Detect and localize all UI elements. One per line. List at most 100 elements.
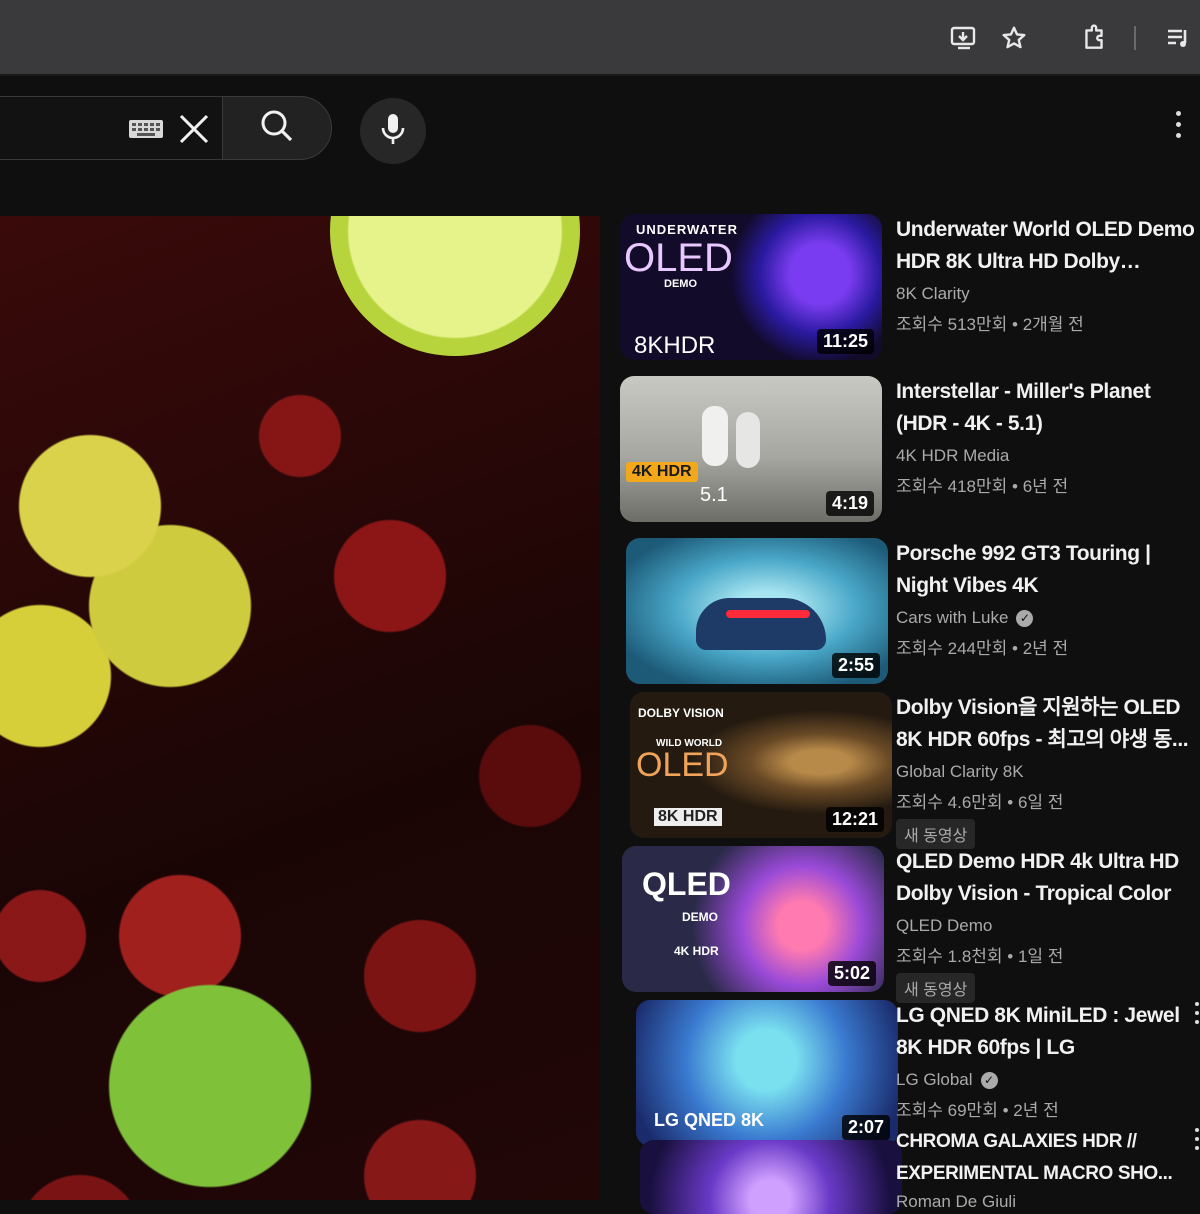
row-more-icon[interactable] bbox=[1192, 1002, 1200, 1032]
keyboard-icon[interactable] bbox=[128, 119, 164, 139]
duration-badge: 2:07 bbox=[841, 1115, 890, 1140]
video-info: Underwater World OLED Demo HDR 8K Ultra … bbox=[896, 214, 1200, 335]
search-input-field[interactable] bbox=[0, 97, 124, 159]
thumb-text: DEMO bbox=[664, 278, 697, 290]
duration-badge: 4:19 bbox=[825, 491, 874, 516]
view-count: 조회수 4.6만회 bbox=[896, 793, 1003, 812]
verified-icon: ✓ bbox=[980, 1071, 998, 1089]
view-count: 조회수 418만회 bbox=[896, 477, 1008, 496]
bookmark-star-icon[interactable] bbox=[996, 20, 1032, 56]
view-count: 조회수 513만회 bbox=[896, 315, 1008, 334]
thumb-text: DOLBY VISION bbox=[638, 706, 724, 720]
video-title[interactable]: Dolby Vision을 지원하는 OLED 8K HDR 60fps - 최… bbox=[896, 692, 1200, 756]
reading-list-icon[interactable] bbox=[1160, 20, 1196, 56]
thumb-text: 8KHDR bbox=[634, 332, 716, 359]
astronaut-figure bbox=[702, 406, 728, 466]
video-title[interactable]: Underwater World OLED Demo HDR 8K Ultra … bbox=[896, 214, 1200, 278]
thumb-text: LG QNED 8K bbox=[654, 1110, 765, 1130]
video-title[interactable]: LG QNED 8K MiniLED : Jewel 8K HDR 60fps … bbox=[896, 1000, 1200, 1064]
channel-label: Global Clarity 8K bbox=[896, 762, 1024, 781]
upload-age: 6년 전 bbox=[1022, 477, 1069, 496]
car-figure bbox=[696, 598, 826, 650]
more-options-icon[interactable] bbox=[1168, 104, 1188, 144]
video-info: Interstellar - Miller's Planet (HDR - 4K… bbox=[896, 376, 1200, 497]
new-video-badge: 새 동영상 bbox=[896, 819, 976, 849]
video-meta: 조회수 4.6만회 • 6일 전 bbox=[896, 793, 1064, 812]
view-count: 조회수 1.8천회 bbox=[896, 947, 1003, 966]
video-title[interactable]: Interstellar - Miller's Planet (HDR - 4K… bbox=[896, 376, 1200, 440]
install-app-icon[interactable] bbox=[946, 20, 982, 56]
thumb-text: OLED bbox=[636, 746, 729, 784]
channel-label: Roman De Giuli bbox=[896, 1192, 1016, 1211]
thumb-text: DEMO bbox=[682, 910, 718, 924]
search-icon bbox=[258, 107, 296, 150]
video-meta: 조회수 1.8천회 • 1일 전 bbox=[896, 947, 1064, 966]
extensions-icon[interactable] bbox=[1076, 20, 1112, 56]
thumb-text: UNDERWATER bbox=[636, 222, 738, 237]
video-thumbnail[interactable]: DOLBY VISION WILD WORLD OLED 8K HDR 12:2… bbox=[630, 692, 892, 838]
video-meta: 조회수 418만회 • 6년 전 bbox=[896, 477, 1069, 496]
toolbar-divider bbox=[1134, 26, 1136, 50]
upload-age: 2년 전 bbox=[1022, 639, 1069, 658]
channel-label: 4K HDR Media bbox=[896, 446, 1010, 465]
thumb-text: QLED bbox=[642, 866, 731, 902]
channel-name[interactable]: 4K HDR Media bbox=[896, 446, 1200, 466]
video-player[interactable] bbox=[0, 216, 600, 1200]
video-info: LG QNED 8K MiniLED : Jewel 8K HDR 60fps … bbox=[896, 1000, 1200, 1121]
mic-icon bbox=[378, 112, 408, 151]
video-thumbnail[interactable]: 2:55 bbox=[626, 538, 888, 684]
thumb-text: 4K HDR bbox=[674, 944, 719, 958]
channel-label: 8K Clarity bbox=[896, 284, 970, 303]
video-thumbnail[interactable]: 4K HDR 5.1 4:19 bbox=[620, 376, 882, 522]
duration-badge: 2:55 bbox=[831, 653, 880, 678]
upload-age: 2년 전 bbox=[1013, 1101, 1059, 1120]
channel-label: QLED Demo bbox=[896, 916, 993, 935]
video-thumbnail[interactable]: UNDERWATER OLED DEMO 8KHDR 11:25 bbox=[620, 214, 882, 360]
video-info: Dolby Vision을 지원하는 OLED 8K HDR 60fps - 최… bbox=[896, 692, 1200, 849]
thumb-text: 5.1 bbox=[700, 484, 728, 506]
video-thumbnail[interactable] bbox=[640, 1140, 902, 1214]
channel-name[interactable]: Roman De Giuli bbox=[896, 1192, 1200, 1212]
video-thumbnail[interactable]: LG QNED 8K 2:07 bbox=[636, 1000, 898, 1146]
video-title[interactable]: Porsche 992 GT3 Touring | Night Vibes 4K bbox=[896, 538, 1200, 602]
view-count: 조회수 69만회 bbox=[896, 1101, 998, 1120]
search-input[interactable] bbox=[0, 96, 223, 160]
verified-icon: ✓ bbox=[1016, 609, 1034, 627]
astronaut-figure bbox=[736, 412, 760, 468]
hdr-label: 4K HDR bbox=[626, 462, 698, 482]
channel-name[interactable]: 8K Clarity bbox=[896, 284, 1200, 304]
channel-name[interactable]: Cars with Luke ✓ bbox=[896, 608, 1200, 628]
channel-name[interactable]: Global Clarity 8K bbox=[896, 762, 1200, 782]
video-meta: 조회수 244만회 • 2년 전 bbox=[896, 639, 1069, 658]
upload-age: 2개월 전 bbox=[1022, 315, 1084, 334]
view-count: 조회수 244만회 bbox=[896, 639, 1008, 658]
upload-age: 1일 전 bbox=[1017, 947, 1064, 966]
video-info: QLED Demo HDR 4k Ultra HD Dolby Vision -… bbox=[896, 846, 1200, 1003]
car-taillight bbox=[726, 610, 810, 618]
duration-badge: 5:02 bbox=[827, 961, 876, 986]
row-more-icon[interactable] bbox=[1192, 1128, 1200, 1158]
channel-name[interactable]: QLED Demo bbox=[896, 916, 1200, 936]
thumb-text: OLED bbox=[624, 236, 733, 280]
video-title[interactable]: QLED Demo HDR 4k Ultra HD Dolby Vision -… bbox=[896, 846, 1200, 910]
masthead bbox=[0, 76, 1200, 186]
search-button[interactable] bbox=[222, 96, 332, 160]
duration-badge: 12:21 bbox=[825, 807, 884, 832]
thumb-text: 8K HDR bbox=[654, 808, 722, 826]
voice-search-button[interactable] bbox=[360, 98, 426, 164]
clear-icon[interactable] bbox=[176, 111, 212, 147]
channel-name[interactable]: LG Global ✓ bbox=[896, 1070, 1200, 1090]
new-video-badge: 새 동영상 bbox=[896, 973, 976, 1003]
video-info: CHROMA GALAXIES HDR // EXPERIMENTAL MACR… bbox=[896, 1126, 1200, 1212]
upload-age: 6일 전 bbox=[1017, 793, 1064, 812]
channel-label: Cars with Luke bbox=[896, 608, 1009, 627]
video-info: Porsche 992 GT3 Touring | Night Vibes 4K… bbox=[896, 538, 1200, 659]
browser-toolbar bbox=[0, 0, 1200, 76]
duration-badge: 11:25 bbox=[816, 329, 874, 354]
video-thumbnail[interactable]: QLED DEMO 4K HDR 5:02 bbox=[622, 846, 884, 992]
channel-label: LG Global bbox=[896, 1070, 973, 1089]
video-meta: 조회수 69만회 • 2년 전 bbox=[896, 1101, 1059, 1120]
video-meta: 조회수 513만회 • 2개월 전 bbox=[896, 315, 1084, 334]
video-title[interactable]: CHROMA GALAXIES HDR // EXPERIMENTAL MACR… bbox=[896, 1126, 1200, 1190]
lime-slice-frame bbox=[330, 216, 580, 356]
